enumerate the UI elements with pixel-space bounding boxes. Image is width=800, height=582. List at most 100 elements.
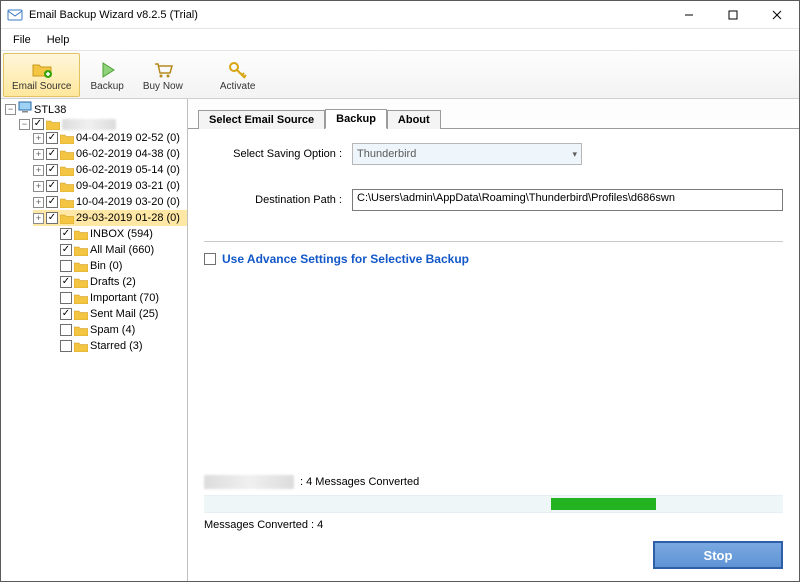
- titlebar: Email Backup Wizard v8.2.5 (Trial): [1, 1, 799, 29]
- tab-backup[interactable]: Backup: [325, 109, 387, 129]
- saving-option-value: Thunderbird: [357, 148, 416, 160]
- progress-bar: [204, 495, 783, 513]
- folder-icon: [74, 229, 88, 240]
- checkbox-account[interactable]: [32, 118, 44, 130]
- folder-icon: [60, 165, 74, 176]
- checkbox[interactable]: [60, 276, 72, 288]
- checkbox[interactable]: [46, 164, 58, 176]
- progress-fill: [551, 498, 655, 510]
- checkbox[interactable]: [60, 260, 72, 272]
- checkbox[interactable]: [60, 340, 72, 352]
- tree-subfolder[interactable]: All Mail (660): [47, 242, 187, 258]
- expand-icon[interactable]: +: [33, 149, 44, 160]
- tree-folder[interactable]: +06-02-2019 04-38 (0): [33, 146, 187, 162]
- toolbar-email-source-label: Email Source: [12, 81, 71, 92]
- key-icon: [227, 59, 249, 81]
- toolbar-buy-now-label: Buy Now: [143, 81, 183, 92]
- computer-icon: [18, 101, 32, 118]
- advance-settings-checkbox[interactable]: [204, 253, 216, 265]
- checkbox[interactable]: [46, 196, 58, 208]
- tree-subfolder[interactable]: INBOX (594): [47, 226, 187, 242]
- collapse-icon[interactable]: −: [5, 104, 16, 115]
- checkbox[interactable]: [60, 292, 72, 304]
- toolbar-backup[interactable]: Backup: [81, 53, 132, 97]
- folder-icon: [74, 341, 88, 352]
- tree-subfolder-label: Sent Mail (25): [90, 306, 158, 322]
- tab-select-email-source[interactable]: Select Email Source: [198, 110, 325, 129]
- checkbox[interactable]: [46, 132, 58, 144]
- tab-about[interactable]: About: [387, 110, 441, 129]
- checkbox[interactable]: [46, 148, 58, 160]
- tree-folder-label: 04-04-2019 02-52 (0): [76, 130, 180, 146]
- folder-icon: [60, 181, 74, 192]
- checkbox[interactable]: [60, 244, 72, 256]
- destination-path-input[interactable]: C:\Users\admin\AppData\Roaming\Thunderbi…: [352, 189, 783, 211]
- status-line: : 4 Messages Converted: [204, 475, 783, 489]
- tree-root[interactable]: − STL38: [5, 101, 187, 118]
- tree-folder[interactable]: +06-02-2019 05-14 (0): [33, 162, 187, 178]
- tree-root-label: STL38: [34, 102, 66, 118]
- advance-settings-label[interactable]: Use Advance Settings for Selective Backu…: [222, 252, 469, 266]
- chevron-down-icon: ▾: [572, 149, 577, 160]
- tree-folder[interactable]: +29-03-2019 01-28 (0): [33, 210, 187, 226]
- menubar: File Help: [1, 29, 799, 51]
- tree-subfolder[interactable]: Drafts (2): [47, 274, 187, 290]
- tree-folder-label: 06-02-2019 05-14 (0): [76, 162, 180, 178]
- destination-path-label: Destination Path :: [204, 194, 352, 206]
- checkbox[interactable]: [60, 324, 72, 336]
- expand-icon[interactable]: +: [33, 133, 44, 144]
- folder-icon: [60, 149, 74, 160]
- checkbox[interactable]: [46, 212, 58, 224]
- tree-subfolder[interactable]: Important (70): [47, 290, 187, 306]
- tree-folder-label: 10-04-2019 03-20 (0): [76, 194, 180, 210]
- expand-icon[interactable]: +: [33, 197, 44, 208]
- tree-folder-label: 29-03-2019 01-28 (0): [76, 210, 180, 226]
- status-blurred: [204, 475, 294, 489]
- toolbar-buy-now[interactable]: Buy Now: [134, 53, 192, 97]
- folder-icon: [74, 261, 88, 272]
- tree-subfolder[interactable]: Starred (3): [47, 338, 187, 354]
- tree-subfolder-label: Starred (3): [90, 338, 143, 354]
- tree-subfolder[interactable]: Sent Mail (25): [47, 306, 187, 322]
- tree-subfolder[interactable]: Spam (4): [47, 322, 187, 338]
- expand-icon[interactable]: +: [33, 165, 44, 176]
- folder-add-icon: [31, 59, 53, 81]
- tree-folder[interactable]: +04-04-2019 02-52 (0): [33, 130, 187, 146]
- tree-folder[interactable]: +10-04-2019 03-20 (0): [33, 194, 187, 210]
- stop-button[interactable]: Stop: [653, 541, 783, 569]
- saving-option-label: Select Saving Option :: [204, 148, 352, 160]
- folder-icon: [74, 277, 88, 288]
- status-text: : 4 Messages Converted: [300, 476, 419, 488]
- tree-subfolder-label: Spam (4): [90, 322, 135, 338]
- toolbar-backup-label: Backup: [90, 81, 123, 92]
- tree[interactable]: − STL38 − +04-04-2019 02-52 (0)+06-02-20…: [1, 99, 187, 581]
- close-button[interactable]: [755, 1, 799, 29]
- minimize-button[interactable]: [667, 1, 711, 29]
- backup-panel: Select Saving Option : Thunderbird ▾ Des…: [188, 129, 799, 581]
- tree-folder-label: 09-04-2019 03-21 (0): [76, 178, 180, 194]
- menu-file[interactable]: File: [5, 32, 39, 48]
- toolbar-email-source[interactable]: Email Source: [3, 53, 80, 97]
- tree-account[interactable]: −: [19, 118, 187, 130]
- toolbar-activate[interactable]: Activate: [211, 53, 265, 97]
- tree-folder[interactable]: +09-04-2019 03-21 (0): [33, 178, 187, 194]
- tree-subfolder-label: Drafts (2): [90, 274, 136, 290]
- expand-icon[interactable]: +: [33, 181, 44, 192]
- collapse-icon[interactable]: −: [19, 119, 30, 130]
- folder-icon: [60, 133, 74, 144]
- saving-option-select[interactable]: Thunderbird ▾: [352, 143, 582, 165]
- menu-help[interactable]: Help: [39, 32, 78, 48]
- checkbox[interactable]: [46, 180, 58, 192]
- expand-icon[interactable]: +: [33, 213, 44, 224]
- messages-converted: Messages Converted : 4: [204, 519, 783, 531]
- checkbox[interactable]: [60, 228, 72, 240]
- maximize-button[interactable]: [711, 1, 755, 29]
- checkbox[interactable]: [60, 308, 72, 320]
- tree-subfolder[interactable]: Bin (0): [47, 258, 187, 274]
- tree-folder-label: 06-02-2019 04-38 (0): [76, 146, 180, 162]
- tree-subfolder-label: Important (70): [90, 290, 159, 306]
- folder-icon: [60, 197, 74, 208]
- tree-subfolder-label: INBOX (594): [90, 226, 153, 242]
- folder-icon: [60, 213, 74, 224]
- folder-icon: [46, 119, 60, 130]
